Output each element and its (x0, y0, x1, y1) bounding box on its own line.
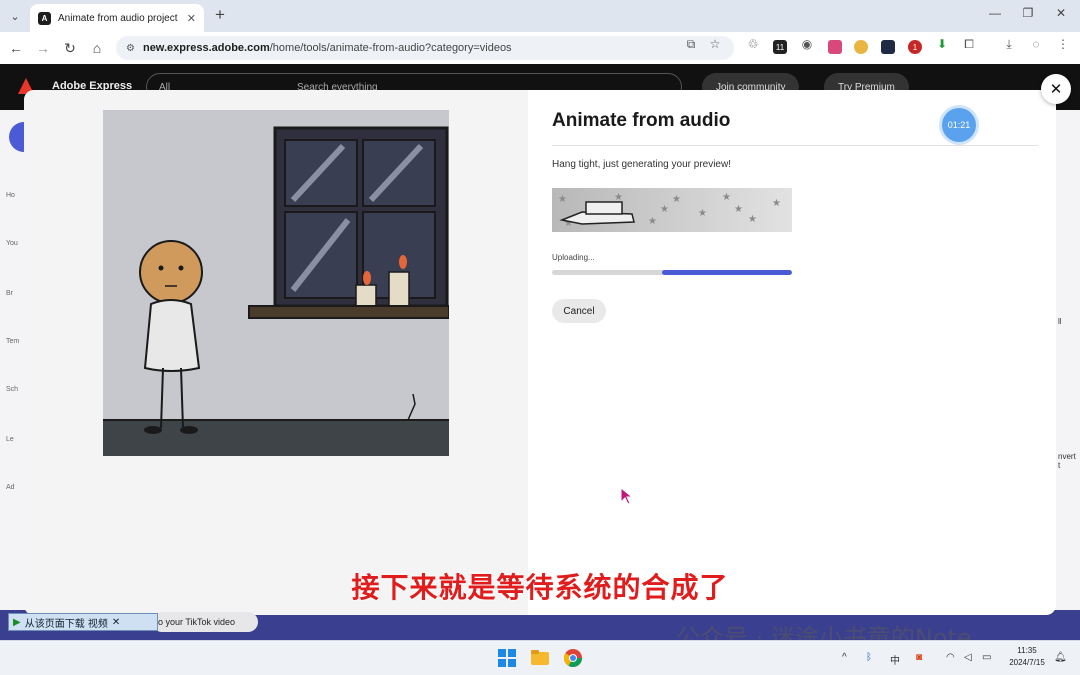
sidebar-item-home[interactable]: Ho (6, 192, 15, 199)
title-divider (552, 145, 1038, 146)
tray-app-icon[interactable]: ◙ (916, 652, 922, 663)
play-icon: ▶ (13, 616, 21, 628)
sidebar-item-schedule[interactable]: Sch (6, 386, 18, 393)
svg-text:★: ★ (660, 204, 669, 215)
wifi-icon[interactable]: ◠ (946, 652, 955, 663)
upload-progress-fill (662, 270, 792, 275)
right-fragment-1: ll (1058, 317, 1062, 326)
system-clock[interactable]: 11:35 2024/7/15 (1000, 645, 1054, 669)
extension-badge-icon[interactable]: 11 (773, 40, 787, 54)
svg-text:★: ★ (698, 208, 707, 219)
chrome-taskbar-icon[interactable] (564, 649, 582, 667)
tab-title: Animate from audio project - (58, 12, 180, 24)
extension-yellow-icon[interactable] (854, 40, 868, 54)
modal-close-icon[interactable]: ✕ (1041, 74, 1071, 104)
upload-progress-bar (552, 270, 792, 275)
sidebar-item-your-stuff[interactable]: You (6, 240, 18, 247)
preview-panel (24, 90, 528, 615)
downloads-icon[interactable]: ⤓ (1001, 37, 1017, 52)
new-tab-icon[interactable]: + (210, 5, 230, 25)
battery-icon[interactable]: ▭ (982, 652, 991, 663)
svg-text:★: ★ (672, 194, 681, 205)
download-video-bar[interactable]: ▶ 从该页面下载 视频 ✕ (8, 613, 158, 631)
download-bar-label: 从该页面下载 视频 (24, 618, 108, 630)
clock-date: 2024/7/15 (1009, 658, 1045, 667)
svg-text:★: ★ (558, 194, 567, 205)
tab-search-icon[interactable]: ⌄ (4, 5, 26, 27)
animation-preview-image (103, 110, 449, 456)
download-arrow-icon[interactable]: ⬇ (934, 37, 950, 51)
address-bar[interactable]: ⚙ new.express.adobe.com/home/tools/anima… (116, 36, 734, 60)
ime-icon[interactable]: 中 (890, 652, 900, 667)
modal-title: Animate from audio (552, 110, 731, 131)
download-bar-close-icon[interactable]: ✕ (112, 617, 120, 628)
minimize-icon[interactable]: — (985, 6, 1005, 20)
tiktok-fragment: o your TikTok video (152, 612, 258, 632)
extensions-puzzle-icon[interactable]: ⧠ (961, 37, 977, 52)
animate-from-audio-modal: Animate from audio 01:21 Hang tight, jus… (24, 90, 1056, 615)
extension-recycle-icon[interactable]: ♲ (745, 37, 761, 51)
back-icon[interactable]: ← (6, 38, 26, 58)
mouse-cursor-icon (620, 487, 634, 505)
notification-bell-icon[interactable]: 🔔︎ (1054, 652, 1067, 663)
forward-icon[interactable]: → (33, 38, 53, 58)
sidebar-item-learn[interactable]: Le (6, 436, 14, 443)
cancel-button[interactable]: Cancel (552, 299, 606, 323)
reload-icon[interactable]: ↻ (60, 38, 80, 58)
menu-dots-icon[interactable]: ⋮ (1055, 37, 1071, 51)
sidebar-item-add-ons[interactable]: Ad (6, 484, 15, 491)
browser-toolbar: ← → ↻ ⌂ ⚙ new.express.adobe.com/home/too… (0, 32, 1080, 64)
sidebar-item-templates[interactable]: Tem (6, 338, 19, 345)
adobe-favicon-icon: A (38, 11, 51, 25)
right-fragment-2: nvert t (1058, 452, 1076, 470)
window-close-icon[interactable]: ✕ (1051, 6, 1071, 20)
tab-close-icon[interactable]: ✕ (187, 12, 196, 25)
home-icon[interactable]: ⌂ (87, 38, 107, 58)
video-subtitle: 接下来就是等待系统的合成了 (351, 571, 729, 604)
upload-status-label: Uploading... (552, 253, 595, 262)
bluetooth-icon[interactable]: ᛒ (866, 652, 872, 663)
preview-thumbnail: ★★★ ★★★ ★★★ ★★★ (552, 188, 792, 232)
windows-start-icon[interactable] (498, 649, 516, 667)
profile-icon[interactable]: ◌ (1028, 37, 1044, 51)
svg-text:★: ★ (772, 198, 781, 209)
bookmark-star-icon[interactable]: ☆ (707, 37, 723, 51)
sidebar-item-brands[interactable]: Br (6, 290, 13, 297)
extension-hex-icon[interactable] (881, 40, 895, 54)
tab-bar: ⌄ A Animate from audio project - ✕ + — ❐… (0, 0, 1080, 32)
camera-icon[interactable]: ◉ (799, 37, 815, 51)
tab-active[interactable]: A Animate from audio project - ✕ (30, 4, 204, 32)
url-text: new.express.adobe.com/home/tools/animate… (142, 42, 512, 54)
restore-icon[interactable]: ❐ (1018, 6, 1038, 20)
status-message: Hang tight, just generating your preview… (552, 159, 731, 170)
clock-time: 11:35 (1017, 646, 1037, 655)
tray-chevron-icon[interactable]: ^ (842, 652, 847, 663)
extension-pink-icon[interactable] (828, 40, 842, 54)
recording-timer[interactable]: 01:21 (942, 108, 976, 142)
extension-red-icon[interactable]: 1 (908, 40, 922, 54)
svg-text:★: ★ (722, 192, 731, 203)
svg-text:★: ★ (734, 204, 743, 215)
volume-icon[interactable]: ◁ (964, 652, 972, 663)
site-info-icon[interactable]: ⚙ (126, 43, 135, 54)
windows-taskbar: ^ ᛒ 中 ◙ ◠ ◁ ▭ 11:35 2024/7/15 🔔︎ (0, 640, 1080, 675)
install-app-icon[interactable]: ⧉ (683, 37, 699, 52)
svg-text:★: ★ (648, 216, 657, 227)
svg-text:★: ★ (748, 214, 757, 225)
file-explorer-icon[interactable] (531, 649, 549, 667)
